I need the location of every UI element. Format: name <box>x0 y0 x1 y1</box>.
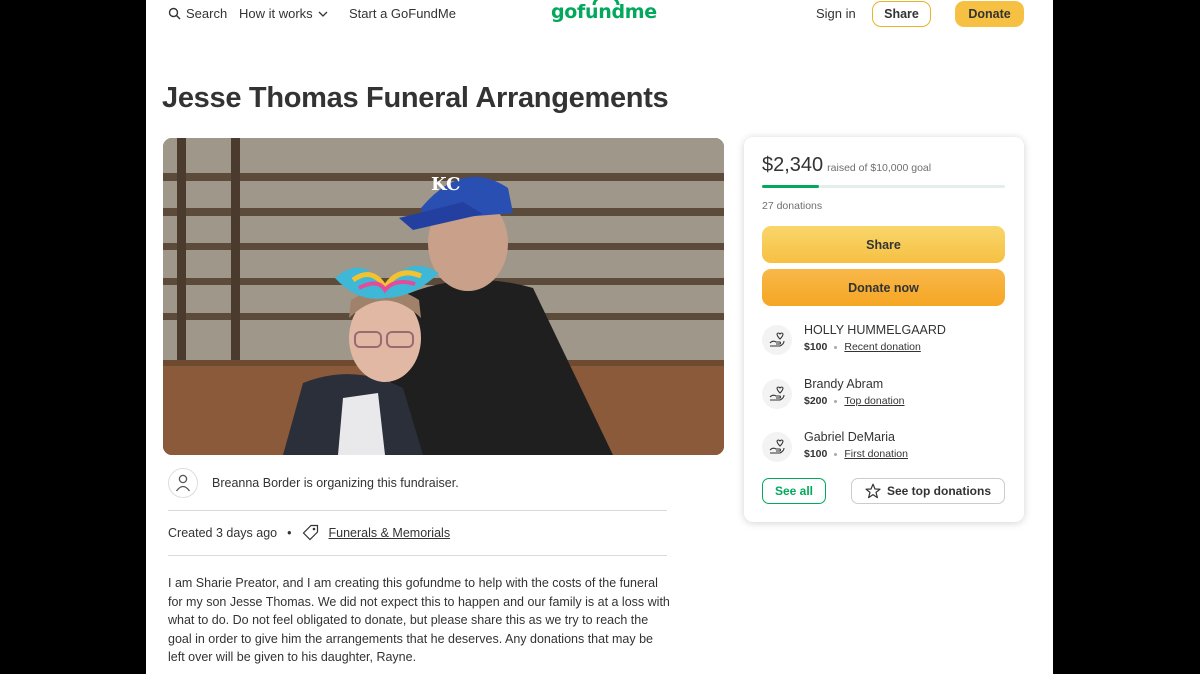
start-gofundme-label: Start a GoFundMe <box>349 6 456 21</box>
donation-amount: $100 <box>804 341 828 353</box>
raised-amount: $2,340 <box>762 154 824 176</box>
how-it-works-menu[interactable]: How it works <box>239 6 328 21</box>
donor-name: HOLLY HUMMELGAARD <box>804 323 946 337</box>
progress-bar <box>762 185 1005 188</box>
campaign-photo-illustration: KC <box>163 138 724 455</box>
see-top-donations-label: See top donations <box>886 484 991 498</box>
tag-icon <box>302 524 318 541</box>
dot-separator <box>834 399 838 403</box>
start-gofundme-link[interactable]: Start a GoFundMe <box>349 6 456 21</box>
organizer-row: Breanna Border is organizing this fundra… <box>168 468 459 498</box>
donation-amount: $200 <box>804 395 828 407</box>
avatar <box>168 468 198 498</box>
top-nav: Search How it works Start a GoFundMe gof… <box>146 0 1053 30</box>
bullet-separator: • <box>287 525 292 540</box>
organizer-text: Breanna Border is organizing this fundra… <box>212 476 459 490</box>
goal-text: raised of $10,000 goal <box>827 162 932 174</box>
campaign-story: I am Sharie Preator, and I am creating t… <box>168 576 670 665</box>
donation-tag[interactable]: Top donation <box>844 395 904 407</box>
see-all-button[interactable]: See all <box>762 478 826 504</box>
donation-amount: $100 <box>804 448 828 460</box>
search-label: Search <box>186 6 228 21</box>
donor-name: Gabriel DeMaria <box>804 430 896 444</box>
dot-separator <box>834 452 838 456</box>
donor-name: Brandy Abram <box>804 377 884 391</box>
chevron-down-icon <box>318 11 328 17</box>
donation-hand-icon <box>762 325 792 355</box>
donation-card: $2,340 raised of $10,000 goal 27 donatio… <box>744 137 1024 522</box>
dot-separator <box>834 345 838 349</box>
raised-summary: $2,340 raised of $10,000 goal <box>762 154 931 177</box>
progress-fill <box>762 185 819 188</box>
page-title: Jesse Thomas Funeral Arrangements <box>162 82 669 114</box>
category-link[interactable]: Funerals & Memorials <box>329 526 451 540</box>
donation-hand-icon <box>762 379 792 409</box>
divider <box>168 555 667 556</box>
person-icon <box>175 474 191 492</box>
created-date: Created 3 days ago <box>168 525 278 540</box>
gofundme-logo[interactable]: gofundme <box>551 0 657 23</box>
search-icon <box>168 7 181 20</box>
donation-item: HOLLY HUMMELGAARD $100 Recent donation <box>762 323 946 355</box>
share-button[interactable]: Share <box>762 226 1005 263</box>
sign-in-label: Sign in <box>816 6 856 21</box>
donate-now-button[interactable]: Donate now <box>762 269 1005 306</box>
how-it-works-label: How it works <box>239 6 313 21</box>
donation-hand-icon <box>762 432 792 462</box>
donation-tag[interactable]: First donation <box>844 448 908 460</box>
campaign-photo[interactable]: KC <box>163 138 724 455</box>
page: Search How it works Start a GoFundMe gof… <box>146 0 1053 674</box>
sign-in-link[interactable]: Sign in <box>816 6 856 21</box>
donations-count: 27 donations <box>762 200 823 212</box>
star-icon <box>865 483 881 499</box>
see-top-donations-button[interactable]: See top donations <box>851 478 1005 504</box>
header-donate-button[interactable]: Donate <box>955 1 1024 27</box>
divider <box>168 510 667 511</box>
donation-tag[interactable]: Recent donation <box>844 341 920 353</box>
campaign-meta: Created 3 days ago • Funerals & Memorial… <box>168 524 450 541</box>
svg-text:KC: KC <box>431 174 461 195</box>
donation-item: Gabriel DeMaria $100 First donation <box>762 430 908 462</box>
donation-item: Brandy Abram $200 Top donation <box>762 377 905 409</box>
logo-sun-icon <box>592 0 620 5</box>
search-link[interactable]: Search <box>168 6 227 21</box>
header-share-button[interactable]: Share <box>872 1 931 27</box>
